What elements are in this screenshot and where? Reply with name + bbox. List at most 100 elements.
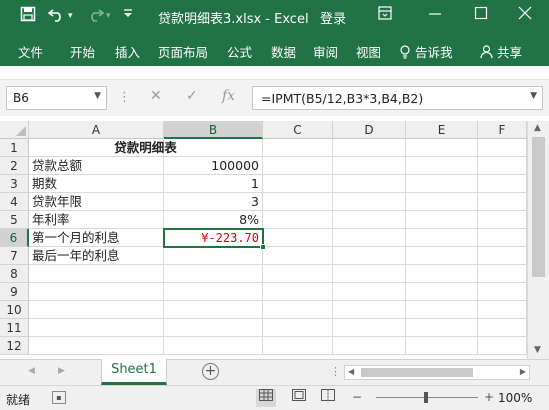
row-header-4[interactable]: 4 — [0, 193, 29, 211]
grid-cell[interactable] — [333, 229, 406, 247]
grid-cell[interactable] — [164, 337, 263, 355]
grid-cell[interactable] — [263, 319, 333, 337]
save-icon[interactable] — [20, 6, 36, 27]
grid-cell[interactable] — [406, 337, 478, 355]
tab-view[interactable]: 视图 — [356, 42, 381, 61]
column-header-d[interactable]: D — [333, 121, 406, 139]
grid-cell[interactable] — [263, 301, 333, 319]
tab-formulas[interactable]: 公式 — [227, 42, 252, 61]
grid-cell[interactable] — [164, 247, 263, 265]
grid-cell[interactable] — [478, 157, 527, 175]
cell-a7[interactable]: 最后一年的利息 — [29, 247, 164, 265]
undo-icon[interactable] — [47, 6, 66, 27]
tab-page-layout[interactable]: 页面布局 — [158, 42, 208, 61]
grid-cell[interactable] — [478, 319, 527, 337]
grid-cell[interactable] — [263, 247, 333, 265]
scroll-left-icon[interactable]: ◀ — [348, 367, 354, 376]
grid-cell[interactable] — [333, 211, 406, 229]
cell-b2[interactable]: 100000 — [164, 157, 263, 175]
grid-cell[interactable] — [406, 265, 478, 283]
page-break-preview-icon[interactable] — [318, 389, 338, 407]
row-header-5[interactable]: 5 — [0, 211, 29, 229]
grid-cell[interactable] — [478, 229, 527, 247]
grid-cell[interactable] — [164, 265, 263, 283]
normal-view-icon[interactable] — [256, 389, 276, 407]
maximize-icon[interactable] — [474, 6, 488, 24]
grid-cell[interactable] — [406, 283, 478, 301]
expand-formula-icon[interactable]: ▼ — [530, 91, 537, 101]
grid-cell[interactable] — [164, 301, 263, 319]
row-header-1[interactable]: 1 — [0, 139, 29, 157]
tab-home[interactable]: 开始 — [70, 42, 95, 61]
tab-data[interactable]: 数据 — [271, 42, 296, 61]
prev-sheet-icon[interactable]: ◀ — [28, 366, 35, 376]
grid-cell[interactable] — [478, 175, 527, 193]
select-all-corner[interactable] — [0, 121, 29, 139]
column-header-f[interactable]: F — [478, 121, 527, 139]
scroll-right-icon[interactable]: ▶ — [520, 367, 526, 376]
horizontal-scrollbar[interactable]: ◀ ▶ — [344, 365, 530, 380]
grid-cell[interactable] — [478, 301, 527, 319]
undo-dropdown-icon[interactable]: ▾ — [68, 6, 73, 26]
grid-cell[interactable] — [406, 211, 478, 229]
cell-b3[interactable]: 1 — [164, 175, 263, 193]
grid-cell[interactable] — [478, 211, 527, 229]
zoom-out-icon[interactable]: − — [352, 390, 362, 404]
grid-cell[interactable] — [333, 157, 406, 175]
customize-qat-icon[interactable] — [123, 6, 133, 28]
grid-cell[interactable] — [333, 193, 406, 211]
ribbon-display-options-icon[interactable] — [378, 6, 392, 24]
grid-cell[interactable] — [29, 319, 164, 337]
grid-cell[interactable] — [263, 283, 333, 301]
grid-cell[interactable] — [478, 337, 527, 355]
tab-review[interactable]: 审阅 — [313, 42, 338, 61]
tell-me-button[interactable]: 告诉我 — [399, 42, 453, 61]
row-header-7[interactable]: 7 — [0, 247, 29, 265]
grid-cell[interactable] — [478, 193, 527, 211]
redo-dropdown-icon[interactable]: ▾ — [106, 6, 111, 26]
grid-cell[interactable] — [263, 175, 333, 193]
vertical-scrollbar[interactable]: ▲ ▼ — [527, 121, 549, 359]
cell-a2[interactable]: 贷款总额 — [29, 157, 164, 175]
grid-cell[interactable] — [406, 247, 478, 265]
row-header-8[interactable]: 8 — [0, 265, 29, 283]
row-header-10[interactable]: 10 — [0, 301, 29, 319]
vertical-scroll-thumb[interactable] — [532, 137, 545, 277]
grid-cell[interactable] — [406, 175, 478, 193]
zoom-slider-thumb[interactable] — [424, 392, 428, 403]
grid-cell[interactable] — [29, 301, 164, 319]
column-header-e[interactable]: E — [406, 121, 478, 139]
grid-cell[interactable] — [406, 301, 478, 319]
name-box[interactable]: B6 ▼ — [6, 86, 107, 110]
share-button[interactable]: 共享 — [480, 42, 522, 61]
grid-cell[interactable] — [333, 175, 406, 193]
grid-cell[interactable] — [333, 283, 406, 301]
column-header-c[interactable]: C — [263, 121, 333, 139]
row-header-9[interactable]: 9 — [0, 283, 29, 301]
sheet-tab-sheet1[interactable]: Sheet1 — [101, 359, 167, 385]
next-sheet-icon[interactable]: ▶ — [58, 366, 65, 376]
minimize-icon[interactable] — [428, 6, 442, 24]
chevron-down-icon[interactable]: ▼ — [94, 91, 101, 101]
grid-cell[interactable] — [333, 301, 406, 319]
grid-cell[interactable] — [263, 157, 333, 175]
login-link[interactable]: 登录 — [320, 8, 346, 27]
grid-cell[interactable] — [333, 265, 406, 283]
grid-cell[interactable] — [406, 157, 478, 175]
close-icon[interactable] — [518, 6, 532, 24]
row-header-11[interactable]: 11 — [0, 319, 29, 337]
column-header-b[interactable]: B — [164, 121, 263, 139]
cell-a1[interactable]: 贷款明细表 — [29, 139, 263, 157]
redo-icon[interactable] — [86, 6, 105, 27]
grid-cell[interactable] — [29, 283, 164, 301]
grid-cell[interactable] — [478, 247, 527, 265]
row-header-3[interactable]: 3 — [0, 175, 29, 193]
grid-cell[interactable] — [333, 337, 406, 355]
cell-a6[interactable]: 第一个月的利息 — [29, 229, 164, 247]
grid-cell[interactable] — [333, 247, 406, 265]
formula-bar-grip-icon[interactable]: ⋮ — [118, 90, 131, 105]
cancel-icon[interactable]: ✕ — [150, 88, 162, 104]
tab-insert[interactable]: 插入 — [115, 42, 140, 61]
grid-cell[interactable] — [263, 139, 333, 157]
grid-cell[interactable] — [263, 265, 333, 283]
